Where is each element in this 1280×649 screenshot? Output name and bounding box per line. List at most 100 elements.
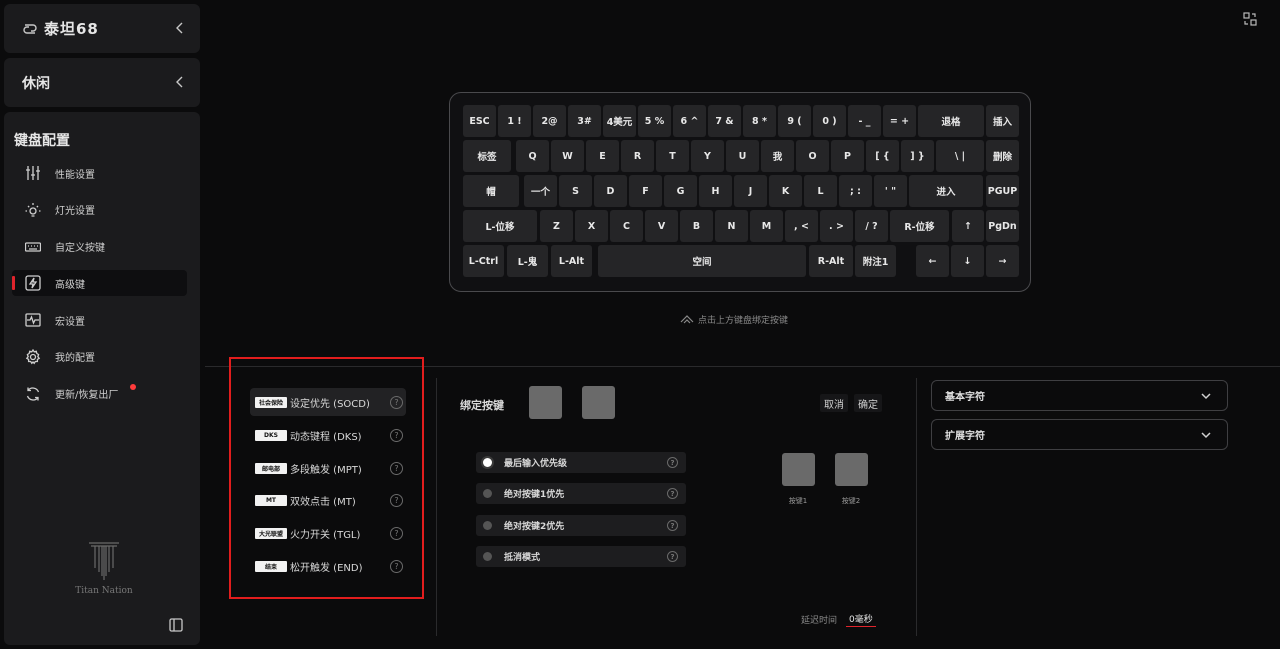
key[interactable]: N [715,210,748,242]
dropdown-extended-chars[interactable]: 扩展字符 [931,419,1228,450]
help-icon[interactable]: ? [390,461,403,475]
key[interactable]: 附注1 [855,245,896,277]
key[interactable]: 6 ^ [673,105,706,137]
key[interactable]: PGUP [986,175,1019,207]
key[interactable]: ↑ [952,210,984,242]
help-icon[interactable]: ? [667,457,678,468]
key[interactable]: / ? [855,210,888,242]
sidebar-toggle-icon[interactable] [169,617,185,633]
key[interactable]: K [769,175,802,207]
key[interactable]: E [586,140,619,172]
key[interactable]: Z [540,210,573,242]
sidebar-item-lighting[interactable]: 灯光设置 [12,197,187,223]
adv-item-socd[interactable]: 社会保险 设定优先 (SOCD) ? [250,388,406,416]
bind-slot-2[interactable] [582,386,615,419]
key[interactable]: 空间 [598,245,806,277]
key[interactable]: 退格 [918,105,984,137]
help-icon[interactable]: ? [390,395,403,409]
help-icon[interactable]: ? [667,488,678,499]
key[interactable]: X [575,210,608,242]
key[interactable]: 帽 [463,175,519,207]
key[interactable]: 7 & [708,105,741,137]
key[interactable]: 插入 [986,105,1019,137]
help-icon[interactable]: ? [667,520,678,531]
option-last-input[interactable]: 最后输入优先级 ? [476,452,686,473]
key[interactable]: R [621,140,654,172]
key[interactable]: 标签 [463,140,511,172]
key[interactable]: 删除 [986,140,1019,172]
sidebar-item-custom-keys[interactable]: 自定义按键 [12,234,187,260]
option-key1-priority[interactable]: 绝对按键1优先 ? [476,483,686,504]
key[interactable]: - _ [848,105,881,137]
key[interactable]: = + [883,105,916,137]
sidebar-item-my-config[interactable]: 我的配置 [12,344,187,370]
key[interactable]: 一个 [524,175,557,207]
key[interactable]: L-位移 [463,210,537,242]
confirm-button[interactable]: 确定 [854,394,882,412]
key[interactable]: [ { [866,140,899,172]
help-icon[interactable]: ? [667,551,678,562]
key[interactable]: 5 % [638,105,671,137]
radio[interactable] [483,521,492,530]
mode-selector[interactable]: 休闲 [4,58,200,107]
key[interactable]: R-位移 [890,210,949,242]
key[interactable]: G [664,175,697,207]
radio[interactable] [483,552,492,561]
key[interactable]: \ | [936,140,984,172]
key1-slot[interactable] [782,453,815,486]
key[interactable]: ' " [874,175,907,207]
adv-item-dks[interactable]: DKS 动态键程 (DKS) ? [250,421,406,449]
adv-item-mt[interactable]: MT 双效点击 (MT) ? [250,486,406,514]
radio[interactable] [483,489,492,498]
swap-icon[interactable] [1243,11,1257,26]
key[interactable]: , < [785,210,818,242]
key[interactable]: V [645,210,678,242]
device-header[interactable]: 泰坦68 [4,4,200,53]
help-icon[interactable]: ? [390,428,403,442]
key[interactable]: → [986,245,1019,277]
key[interactable]: S [559,175,592,207]
key[interactable]: PgDn [986,210,1019,242]
sidebar-item-performance[interactable]: 性能设置 [12,160,187,186]
adv-item-end[interactable]: 结束 松开触发 (END) ? [250,552,406,580]
help-icon[interactable]: ? [390,526,403,540]
sidebar-item-update[interactable]: 更新/恢复出厂 [12,381,187,407]
key[interactable]: L-Alt [551,245,592,277]
key[interactable]: 2@ [533,105,566,137]
option-key2-priority[interactable]: 绝对按键2优先 ? [476,515,686,536]
key[interactable]: L-鬼 [507,245,548,277]
key[interactable]: 3# [568,105,601,137]
key[interactable]: 8 * [743,105,776,137]
option-cancel-mode[interactable]: 抵消模式 ? [476,546,686,567]
help-icon[interactable]: ? [390,559,403,573]
key[interactable]: R-Alt [809,245,853,277]
radio-selected[interactable] [483,458,492,467]
key[interactable]: Q [516,140,549,172]
key[interactable]: . > [820,210,853,242]
chevron-left-icon[interactable] [172,75,188,91]
dropdown-basic-chars[interactable]: 基本字符 [931,380,1228,411]
key[interactable]: ↓ [951,245,984,277]
sidebar-item-macros[interactable]: 宏设置 [12,307,187,333]
key[interactable]: M [750,210,783,242]
adv-item-mpt[interactable]: 邮电部 多段触发 (MPT) ? [250,454,406,482]
cancel-button[interactable]: 取消 [820,394,848,412]
key[interactable]: B [680,210,713,242]
key[interactable]: ESC [463,105,496,137]
key[interactable]: 1 ! [498,105,531,137]
key[interactable]: H [699,175,732,207]
key[interactable]: Y [691,140,724,172]
delay-value[interactable]: 0毫秒 [846,612,876,627]
key[interactable]: F [629,175,662,207]
key[interactable]: D [594,175,627,207]
key[interactable]: 9 ( [778,105,811,137]
key[interactable]: 0 ) [813,105,846,137]
bind-slot-1[interactable] [529,386,562,419]
key[interactable]: 我 [761,140,794,172]
chevron-left-icon[interactable] [172,21,188,37]
adv-item-tgl[interactable]: 大光联盟 火力开关 (TGL) ? [250,519,406,547]
key[interactable]: J [734,175,767,207]
key[interactable]: L [804,175,837,207]
key[interactable]: C [610,210,643,242]
key[interactable]: ] } [901,140,934,172]
